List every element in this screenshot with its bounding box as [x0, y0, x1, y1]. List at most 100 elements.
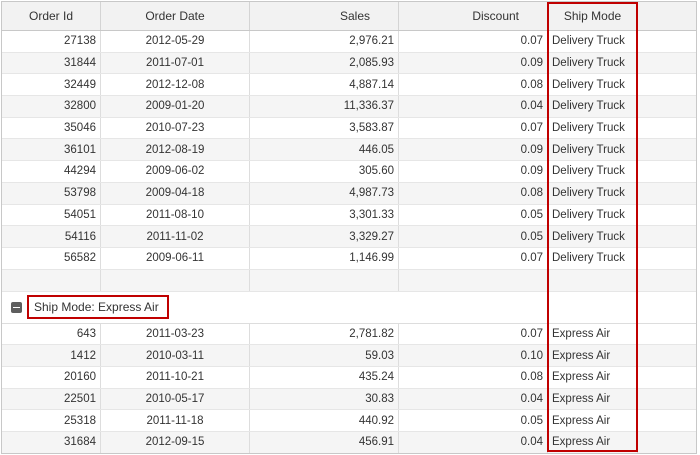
cell-order-date: 2009-06-11 — [101, 247, 250, 269]
cell-order-id: 44294 — [2, 161, 101, 182]
cell-order-id: 643 — [2, 323, 101, 345]
cell-order-date: 2009-04-18 — [101, 182, 250, 204]
cell-ship-mode: Delivery Truck — [548, 247, 638, 269]
table-row[interactable]: 22501 2010-05-17 30.83 0.04 Express Air — [2, 388, 696, 411]
group-header-row: Ship Mode: Express Air — [2, 291, 696, 324]
table-row[interactable]: 53798 2009-04-18 4,987.73 0.08 Delivery Truc… — [2, 182, 696, 205]
table-row[interactable]: 54116 2011-11-02 3,329.27 0.05 Delivery Truc… — [2, 226, 696, 248]
cell-discount: 0.04 — [399, 96, 548, 117]
cell-sales: 456.91 — [250, 432, 399, 453]
cell-sales: 2,085.93 — [250, 52, 399, 74]
column-header-order-date[interactable]: Order Date — [101, 2, 250, 30]
cell-ship-mode: Express Air — [548, 366, 638, 388]
cell-order-id: 53798 — [2, 182, 101, 204]
cell-order-date: 2010-07-23 — [101, 117, 250, 139]
cell-filler — [638, 324, 696, 345]
cell-filler — [638, 226, 696, 247]
cell-ship-mode: Express Air — [548, 388, 638, 410]
cell-ship-mode: Delivery Truck — [548, 52, 638, 74]
cell-order-id: 25318 — [2, 410, 101, 431]
cell-filler — [638, 53, 696, 74]
table-row[interactable]: 27138 2012-05-29 2,976.21 0.07 Delivery Truc… — [2, 31, 696, 53]
table-row[interactable]: 643 2011-03-23 2,781.82 0.07 Express Air — [2, 323, 696, 346]
cell-order-date: 2009-01-20 — [101, 96, 250, 117]
cell-discount: 0.09 — [399, 161, 548, 182]
cell-ship-mode: Delivery Truck — [548, 96, 638, 117]
cell-ship-mode: Delivery Truck — [548, 139, 638, 161]
empty-cell — [399, 269, 548, 291]
empty-row — [2, 269, 696, 292]
cell-order-id: 54051 — [2, 204, 101, 226]
cell-sales: 440.92 — [250, 410, 399, 431]
cell-order-id: 32449 — [2, 74, 101, 96]
cell-ship-mode: Delivery Truck — [548, 204, 638, 226]
cell-sales: 4,987.73 — [250, 182, 399, 204]
cell-order-date: 2012-09-15 — [101, 432, 250, 453]
cell-order-date: 2011-11-02 — [101, 226, 250, 247]
table-row[interactable]: 54051 2011-08-10 3,301.33 0.05 Delivery Truc… — [2, 204, 696, 227]
cell-discount: 0.05 — [399, 226, 548, 247]
cell-discount: 0.08 — [399, 182, 548, 204]
cell-order-date: 2011-08-10 — [101, 204, 250, 226]
cell-filler — [638, 410, 696, 431]
cell-order-id: 35046 — [2, 117, 101, 139]
table-row[interactable]: 56582 2009-06-11 1,146.99 0.07 Delivery Truc… — [2, 247, 696, 270]
column-header-order-id[interactable]: Order Id — [2, 2, 101, 30]
empty-cell — [548, 269, 638, 291]
cell-filler — [638, 345, 696, 366]
cell-discount: 0.08 — [399, 366, 548, 388]
table-row[interactable]: 31844 2011-07-01 2,085.93 0.09 Delivery Truc… — [2, 52, 696, 75]
column-header-sales[interactable]: Sales — [250, 2, 399, 30]
table-row[interactable]: 31684 2012-09-15 456.91 0.04 Express Air — [2, 432, 696, 453]
cell-discount: 0.09 — [399, 139, 548, 161]
cell-ship-mode: Express Air — [548, 432, 638, 453]
cell-order-date: 2011-03-23 — [101, 323, 250, 345]
collapse-icon[interactable] — [11, 301, 22, 313]
cell-filler — [638, 118, 696, 139]
cell-filler — [638, 31, 696, 52]
cell-ship-mode: Express Air — [548, 345, 638, 366]
cell-filler — [638, 248, 696, 269]
table-row[interactable]: 1412 2010-03-11 59.03 0.10 Express Air — [2, 345, 696, 367]
cell-sales: 2,781.82 — [250, 323, 399, 345]
cell-discount: 0.04 — [399, 432, 548, 453]
table-row[interactable]: 44294 2009-06-02 305.60 0.09 Delivery Truck — [2, 161, 696, 183]
table-row[interactable]: 36101 2012-08-19 446.05 0.09 Delivery Truck — [2, 139, 696, 162]
table-row[interactable]: 25318 2011-11-18 440.92 0.05 Express Air — [2, 410, 696, 432]
cell-discount: 0.07 — [399, 31, 548, 52]
column-header-filler — [638, 2, 696, 30]
grid-body-group: 643 2011-03-23 2,781.82 0.07 Express Air 1412… — [2, 323, 696, 453]
cell-order-id: 31844 — [2, 52, 101, 74]
cell-filler — [638, 183, 696, 204]
cell-order-id: 27138 — [2, 31, 101, 52]
cell-discount: 0.07 — [399, 117, 548, 139]
cell-order-date: 2012-05-29 — [101, 31, 250, 52]
cell-order-id: 36101 — [2, 139, 101, 161]
cell-filler — [638, 432, 696, 453]
cell-sales: 59.03 — [250, 345, 399, 366]
cell-ship-mode: Delivery Truck — [548, 161, 638, 182]
group-label: Ship Mode: Express Air — [27, 295, 169, 320]
cell-ship-mode: Delivery Truck — [548, 226, 638, 247]
table-row[interactable]: 32800 2009-01-20 11,336.37 0.04 Delivery Tru… — [2, 96, 696, 118]
cell-sales: 3,329.27 — [250, 226, 399, 247]
column-header-discount[interactable]: Discount — [399, 2, 548, 30]
column-header-ship-mode[interactable]: Ship Mode — [548, 2, 638, 30]
cell-sales: 30.83 — [250, 388, 399, 410]
cell-order-date: 2009-06-02 — [101, 161, 250, 182]
cell-order-id: 32800 — [2, 96, 101, 117]
table-row[interactable]: 35046 2010-07-23 3,583.87 0.07 Delivery Truc… — [2, 117, 696, 140]
cell-ship-mode: Delivery Truck — [548, 31, 638, 52]
cell-discount: 0.05 — [399, 204, 548, 226]
empty-cell — [101, 269, 250, 291]
cell-ship-mode: Express Air — [548, 410, 638, 431]
cell-filler — [638, 161, 696, 182]
table-row[interactable]: 20160 2011-10-21 435.24 0.08 Express Air — [2, 366, 696, 389]
cell-discount: 0.04 — [399, 388, 548, 410]
table-row[interactable]: 32449 2012-12-08 4,887.14 0.08 Delivery Truc… — [2, 74, 696, 97]
cell-discount: 0.10 — [399, 345, 548, 366]
cell-order-id: 1412 — [2, 345, 101, 366]
cell-order-id: 22501 — [2, 388, 101, 410]
cell-order-id: 20160 — [2, 366, 101, 388]
cell-discount: 0.07 — [399, 323, 548, 345]
